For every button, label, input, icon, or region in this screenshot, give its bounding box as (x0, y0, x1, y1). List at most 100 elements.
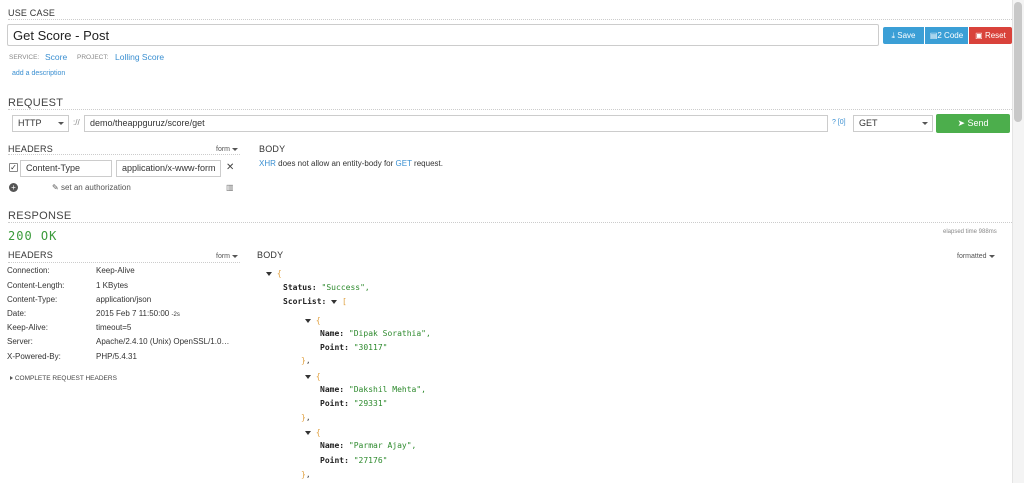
collapse-icon (305, 374, 311, 379)
xhr-text: XHR (259, 159, 276, 168)
json-key: Point: (320, 399, 349, 408)
json-item-open[interactable]: { (305, 372, 321, 381)
json-key: Name: (320, 329, 345, 338)
add-header-icon[interactable]: + (9, 183, 18, 192)
json-key: Name: (320, 441, 345, 450)
json-status-line: Status: "Success", (283, 283, 370, 292)
response-header-value: 1 KBytes (96, 281, 129, 290)
params-badge[interactable]: ? [0] (832, 119, 846, 126)
json-string: "Dipak Sorathia", (348, 329, 431, 338)
response-header-key: Keep-Alive: (7, 323, 48, 332)
scrollbar-thumb[interactable] (1014, 2, 1022, 122)
json-name-line: Name: "Parmar Ajay", (320, 441, 416, 450)
header-value-input[interactable]: application/x-www-form (116, 160, 221, 177)
header-enabled-checkbox[interactable]: ✓ (9, 163, 18, 172)
request-headers-label: HEADERS (8, 144, 53, 154)
divider (8, 19, 1012, 20)
save-button-label: Save (897, 31, 916, 40)
json-name-line: Name: "Dakshil Mehta", (320, 385, 426, 394)
service-link[interactable]: Score (45, 52, 67, 62)
divider (8, 262, 240, 263)
json-string: "30117" (353, 343, 388, 352)
project-label: PROJECT: (77, 54, 109, 61)
trash-icon: ▣ (975, 31, 983, 40)
response-header-value: Keep-Alive (96, 266, 135, 275)
json-key: Status: (283, 283, 317, 292)
request-form-toggle[interactable]: form (216, 146, 238, 153)
response-header-key: Date: (7, 309, 27, 318)
code-button-label: 2 Code (937, 31, 964, 40)
use-case-title-input[interactable]: Get Score - Post (7, 24, 879, 46)
json-point-line: Point: "30117" (320, 343, 387, 352)
trash-icon[interactable]: ▥ (226, 183, 234, 192)
collapse-icon (331, 299, 338, 304)
response-section-title: RESPONSE (8, 210, 72, 222)
service-label: SERVICE: (9, 54, 40, 61)
save-button[interactable]: ⤓ Save (883, 27, 924, 44)
collapse-icon (305, 430, 311, 435)
response-header-key: X-Powered-By: (7, 352, 61, 361)
code-button[interactable]: ▤2 Code (925, 27, 968, 44)
caret-down-icon (58, 122, 64, 125)
request-section-title: REQUEST (8, 97, 64, 109)
json-point-line: Point: "27176" (320, 456, 387, 465)
divider (8, 109, 1012, 110)
send-button[interactable]: ➤ Send (936, 114, 1010, 133)
caret-down-icon (988, 254, 995, 258)
response-header-value: application/json (96, 295, 152, 304)
wrench-icon: ✎ (52, 183, 59, 192)
response-body-label: BODY (257, 250, 284, 260)
set-authorization-label: set an authorization (60, 183, 131, 192)
paper-plane-icon: ➤ (957, 118, 965, 128)
json-key: Point: (320, 343, 349, 352)
form-label: form (216, 253, 230, 260)
json-string: "27176" (353, 456, 388, 465)
response-header-value: 2015 Feb 7 11:50:00 -2s (96, 309, 180, 318)
request-body-label: BODY (259, 144, 286, 154)
protocol-value: HTTP (18, 118, 42, 128)
get-text: GET (395, 159, 412, 168)
project-link[interactable]: Lolling Score (115, 52, 164, 62)
json-key: Point: (320, 456, 349, 465)
response-header-key: Content-Length: (7, 281, 65, 290)
json-item-close: }, (301, 470, 311, 479)
response-header-value: timeout=5 (96, 323, 132, 332)
response-header-value: PHP/5.4.31 (96, 352, 137, 361)
complete-headers-label: COMPLETE REQUEST HEADERS (14, 375, 117, 382)
page-scrollbar[interactable] (1012, 0, 1024, 483)
download-icon: ⤓ (891, 31, 896, 40)
date-offset: -2s (171, 312, 180, 318)
method-value: GET (859, 118, 878, 128)
response-form-toggle[interactable]: form (216, 253, 238, 260)
json-point-line: Point: "29331" (320, 399, 387, 408)
body-note-end: request. (411, 159, 443, 168)
service-row: SERVICE: (9, 54, 39, 61)
elapsed-time: elapsed time 988ms (943, 229, 997, 235)
remove-header-icon[interactable]: ✕ (226, 162, 234, 173)
divider (8, 154, 240, 155)
add-description-link[interactable]: add a description (12, 70, 65, 77)
header-key-input[interactable]: Content-Type (20, 160, 112, 177)
scheme-separator: :// (73, 118, 80, 127)
json-item-open[interactable]: { (305, 316, 321, 325)
caret-down-icon (231, 254, 238, 258)
form-label: form (216, 146, 230, 153)
complete-request-headers-toggle[interactable]: COMPLETE REQUEST HEADERS (10, 375, 117, 382)
json-string: "Dakshil Mehta", (348, 385, 426, 394)
collapse-icon (266, 271, 272, 276)
formatted-toggle[interactable]: formatted (957, 253, 995, 260)
json-root-open[interactable]: { (266, 269, 282, 278)
json-list-line[interactable]: ScorList: [ (283, 297, 347, 306)
reset-button[interactable]: ▣ Reset (969, 27, 1012, 44)
set-authorization-link[interactable]: ✎ set an authorization (52, 183, 131, 192)
json-string: "29331" (353, 399, 388, 408)
protocol-select[interactable]: HTTP (12, 115, 69, 132)
json-string: "Success", (321, 283, 370, 292)
url-input[interactable]: demo/theappguruz/score/get (84, 115, 828, 132)
json-item-open[interactable]: { (305, 428, 321, 437)
json-key: ScorList: (283, 297, 327, 306)
method-select[interactable]: GET (853, 115, 933, 132)
json-string: "Parmar Ajay", (348, 441, 417, 450)
use-case-label: USE CASE (8, 8, 56, 18)
json-item-close: }, (301, 356, 311, 365)
